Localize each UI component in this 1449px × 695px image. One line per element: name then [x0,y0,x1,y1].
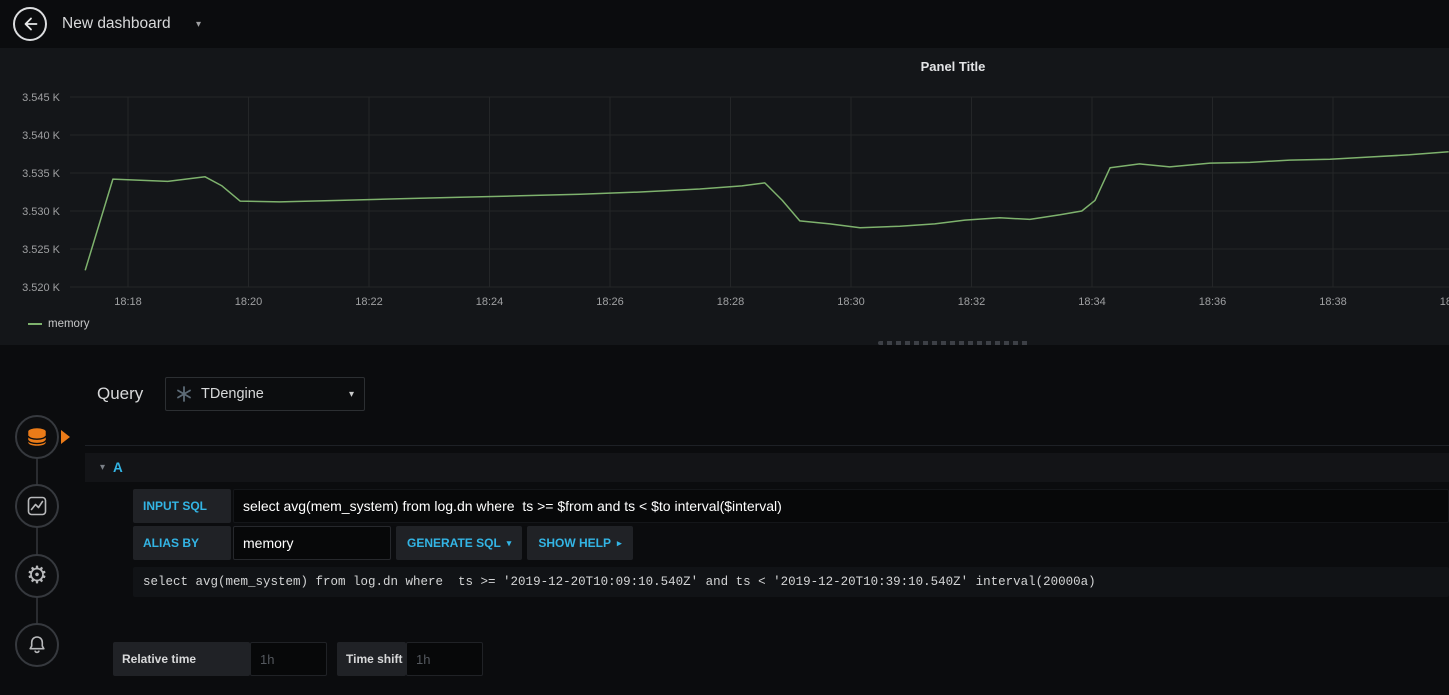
query-options-row: Relative time Time shift [113,642,483,676]
active-tab-arrow-icon [61,430,70,444]
svg-text:3.525 K: 3.525 K [22,244,61,256]
legend-series-label: memory [48,318,90,330]
back-button[interactable] [13,7,47,41]
caret-down-icon: ▾ [506,538,512,548]
svg-text:18:26: 18:26 [596,296,624,308]
graph-panel: 3.545 K 3.540 K 3.535 K 3.530 K 3.525 K 3.520… [0,48,1449,345]
relative-time-field[interactable] [250,642,327,676]
show-help-button[interactable]: SHOW HELP ▸ [527,526,633,560]
gear-icon: ⚙ [26,562,48,589]
chart-svg[interactable]: 3.545 K 3.540 K 3.535 K 3.530 K 3.525 K 3.520… [0,48,1449,345]
svg-text:3.535 K: 3.535 K [22,168,61,180]
arrow-left-icon [24,17,38,31]
tab-alert[interactable] [15,623,59,667]
dashboard-title[interactable]: New dashboard [62,0,171,48]
alias-by-row: ALIAS BY GENERATE SQL ▾ SHOW HELP ▸ [133,526,633,560]
generated-sql-preview: select avg(mem_system) from log.dn where… [133,567,1449,597]
top-bar: New dashboard ▾ [0,0,1449,48]
input-sql-field[interactable] [233,489,1449,523]
show-help-button-label: SHOW HELP [538,536,611,550]
panel-editor: ⚙ Query TDengine ▾ ▾ A INPUT SQL select … [0,345,1449,695]
caret-down-icon: ▾ [348,388,354,400]
tab-connector-line [36,437,38,645]
divider [85,445,1449,446]
svg-text:18:24: 18:24 [476,296,504,308]
database-icon [27,428,47,446]
svg-text:18:28: 18:28 [717,296,745,308]
svg-text:18:22: 18:22 [355,296,383,308]
datasource-name: TDengine [201,386,264,402]
tab-queries[interactable] [15,415,59,459]
svg-text:18:38: 18:38 [1319,296,1347,308]
query-ref-id: A [113,460,123,475]
legend-item-memory[interactable]: memory [28,318,90,330]
grafana-screen: New dashboard ▾ 3.545 K 3.540 K 3.535 K 3.5… [0,0,1449,695]
tdengine-star-icon [177,386,191,402]
caret-down-icon[interactable]: ▾ [196,0,201,48]
query-row-header[interactable]: ▾ A [85,453,1449,482]
svg-text:18:30: 18:30 [837,296,865,308]
input-sql-label: INPUT SQL [133,489,231,523]
time-shift-label: Time shift [337,642,406,676]
tab-visualization[interactable] [15,484,59,528]
svg-text:18:40: 18:40 [1440,296,1449,308]
query-section-title: Query [97,384,144,403]
alias-by-label: ALIAS BY [133,526,231,560]
chart-icon [27,496,47,516]
svg-text:18:36: 18:36 [1199,296,1227,308]
legend-series-swatch [28,323,42,325]
svg-text:18:18: 18:18 [114,296,142,308]
caret-right-icon: ▸ [617,538,622,548]
generate-sql-button[interactable]: GENERATE SQL ▾ [396,526,523,560]
svg-text:18:34: 18:34 [1078,296,1106,308]
collapse-caret-icon: ▾ [100,462,106,473]
svg-text:18:32: 18:32 [958,296,986,308]
svg-text:3.530 K: 3.530 K [22,206,61,218]
svg-text:3.520 K: 3.520 K [22,282,61,294]
svg-text:3.540 K: 3.540 K [22,130,61,142]
svg-text:3.545 K: 3.545 K [22,92,61,104]
time-shift-field[interactable] [406,642,483,676]
panel-title[interactable]: Panel Title [921,59,986,74]
generate-sql-button-label: GENERATE SQL [407,536,501,550]
relative-time-label: Relative time [113,642,250,676]
datasource-picker[interactable]: TDengine ▾ [165,377,365,411]
tab-general[interactable]: ⚙ [15,554,59,598]
input-sql-row: INPUT SQL [133,489,1449,523]
alias-by-field[interactable] [233,526,391,560]
bell-icon [29,636,45,654]
svg-text:18:20: 18:20 [235,296,263,308]
